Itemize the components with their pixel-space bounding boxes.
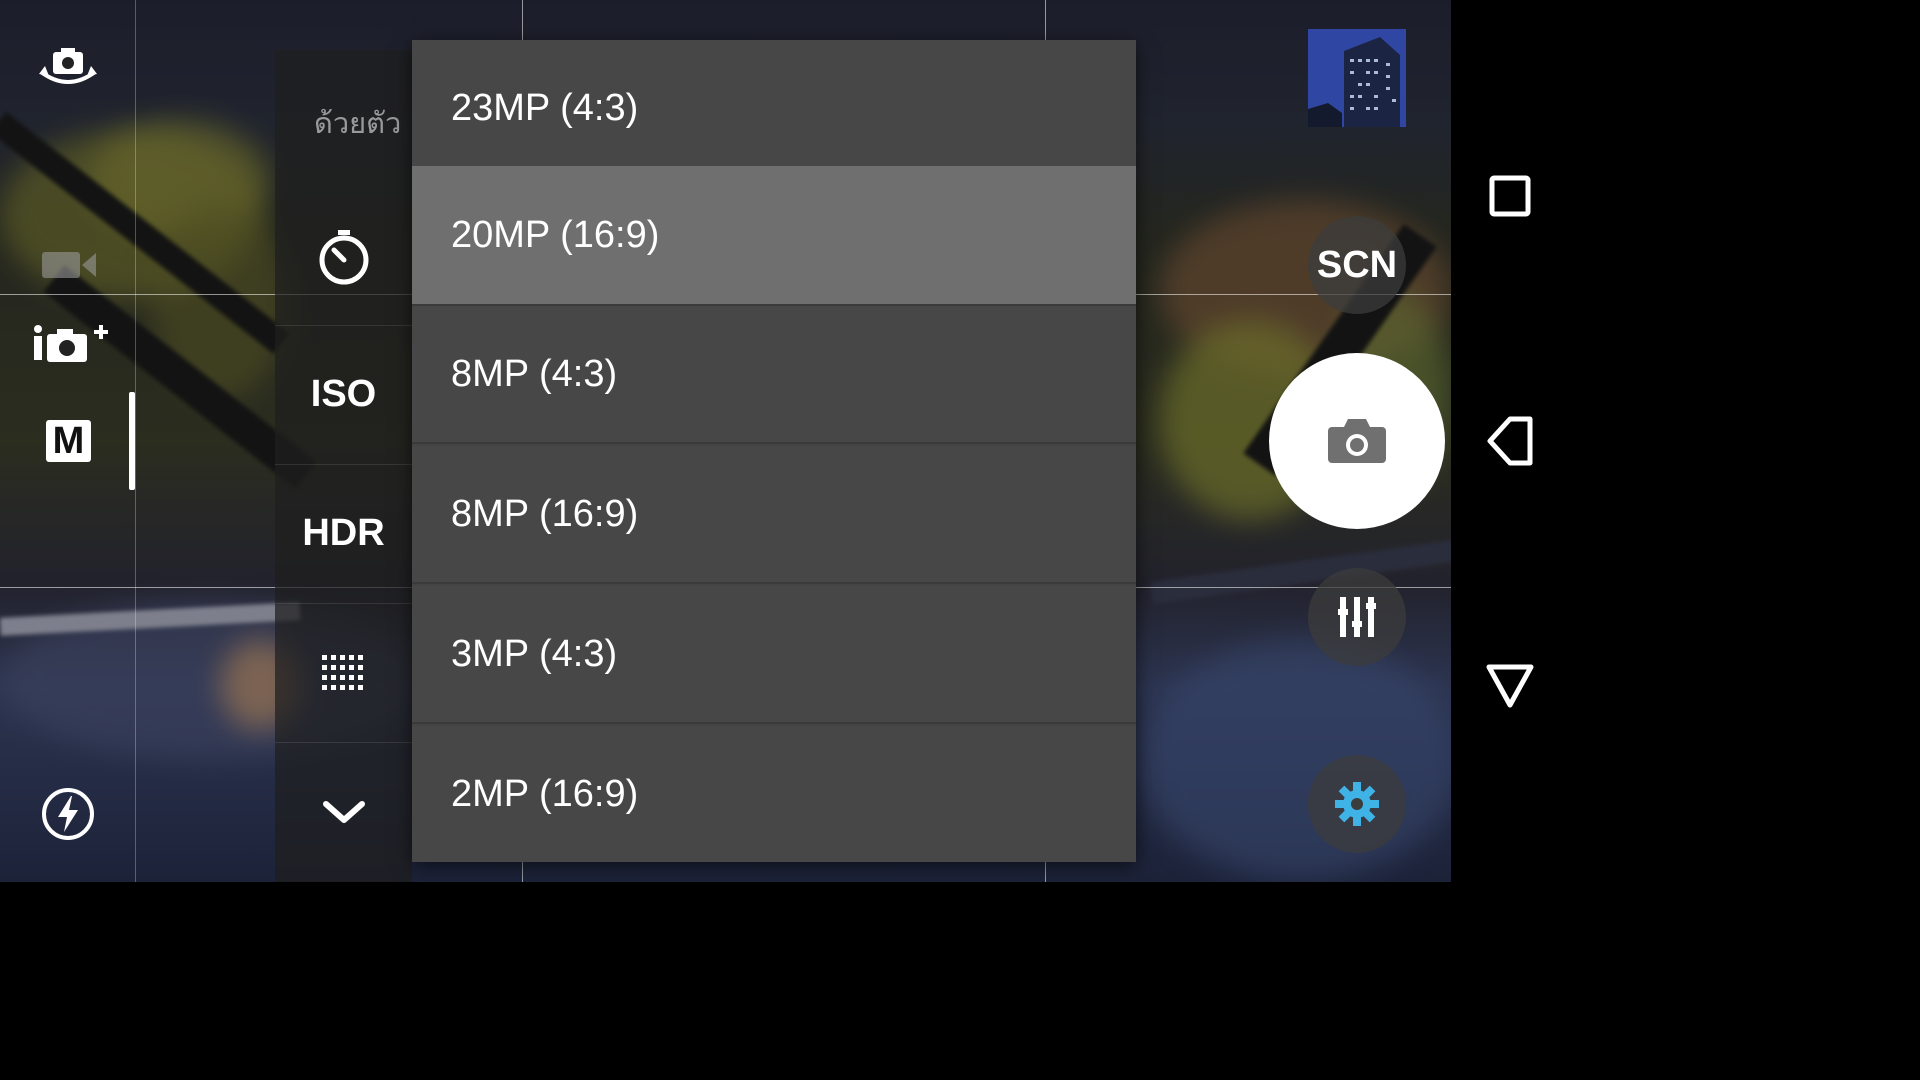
iso-label: ISO	[310, 373, 377, 415]
scene-label: SCN	[1316, 243, 1398, 286]
camera-icon	[1328, 419, 1386, 463]
grid-lines-button[interactable]	[275, 603, 412, 743]
panel-truncated-label: ด้วยตัว	[314, 106, 402, 140]
resolution-option-label: 3MP (4:3)	[451, 632, 618, 675]
gear-icon	[1335, 782, 1379, 826]
resolution-option-2mp-16-9[interactable]: 2MP (16:9)	[412, 726, 1136, 862]
scene-selection-button[interactable]: SCN	[1308, 216, 1406, 314]
resolution-option-8mp-16-9[interactable]: 8MP (16:9)	[412, 446, 1136, 584]
manual-mode-button[interactable]: M	[46, 420, 91, 462]
last-photo-thumbnail[interactable]	[1308, 29, 1406, 127]
flash-auto-icon[interactable]	[40, 786, 96, 842]
hdr-button[interactable]: HDR	[275, 464, 412, 604]
resolution-option-20mp-16-9[interactable]: 20MP (16:9)	[412, 166, 1136, 306]
iso-button[interactable]: ISO	[275, 325, 412, 465]
chevron-down-icon	[322, 800, 365, 823]
manual-mode-label: M	[52, 420, 85, 462]
switch-camera-icon[interactable]	[30, 40, 106, 96]
recents-button[interactable]	[1451, 137, 1568, 254]
recents-square-icon	[1489, 175, 1530, 216]
resolution-option-label: 23MP (4:3)	[451, 86, 639, 129]
settings-side-panel: ด้วยตัว ISO HDR	[275, 50, 412, 882]
adjustment-sliders-icon	[1338, 597, 1376, 637]
grid-line-vertical-3	[135, 0, 136, 882]
resolution-option-label: 2MP (16:9)	[451, 772, 639, 815]
home-triangle-icon	[1486, 664, 1533, 707]
resolution-option-label: 8MP (4:3)	[451, 352, 618, 395]
resolution-option-3mp-4-3[interactable]: 3MP (4:3)	[412, 586, 1136, 724]
self-timer-button[interactable]	[275, 186, 412, 326]
self-timer-icon	[319, 229, 368, 284]
settings-button[interactable]	[1308, 755, 1406, 853]
back-triangle-icon	[1487, 416, 1532, 465]
grid-lines-icon	[321, 654, 363, 690]
home-button[interactable]	[1451, 627, 1568, 744]
android-navigation-bar	[1451, 0, 1568, 882]
video-camera-icon[interactable]	[38, 245, 100, 285]
resolution-option-label: 8MP (16:9)	[451, 492, 639, 535]
resolution-dropdown-menu: 23MP (4:3) 20MP (16:9) 8MP (4:3) 8MP (16…	[412, 40, 1136, 862]
more-settings-button[interactable]	[275, 742, 412, 881]
superior-auto-icon[interactable]	[30, 318, 112, 368]
shutter-button[interactable]	[1269, 353, 1445, 529]
mode-selected-indicator	[129, 392, 135, 490]
back-button[interactable]	[1451, 382, 1568, 499]
adjustments-button[interactable]	[1308, 568, 1406, 666]
camera-screen: M ด้วยตัว ISO HDR 23MP (4:3) 20MP (16:9)…	[0, 0, 1568, 882]
resolution-option-8mp-4-3[interactable]: 8MP (4:3)	[412, 306, 1136, 444]
hdr-label: HDR	[302, 512, 385, 554]
resolution-option-label: 20MP (16:9)	[451, 213, 660, 256]
resolution-option-23mp-4-3[interactable]: 23MP (4:3)	[412, 40, 1136, 178]
